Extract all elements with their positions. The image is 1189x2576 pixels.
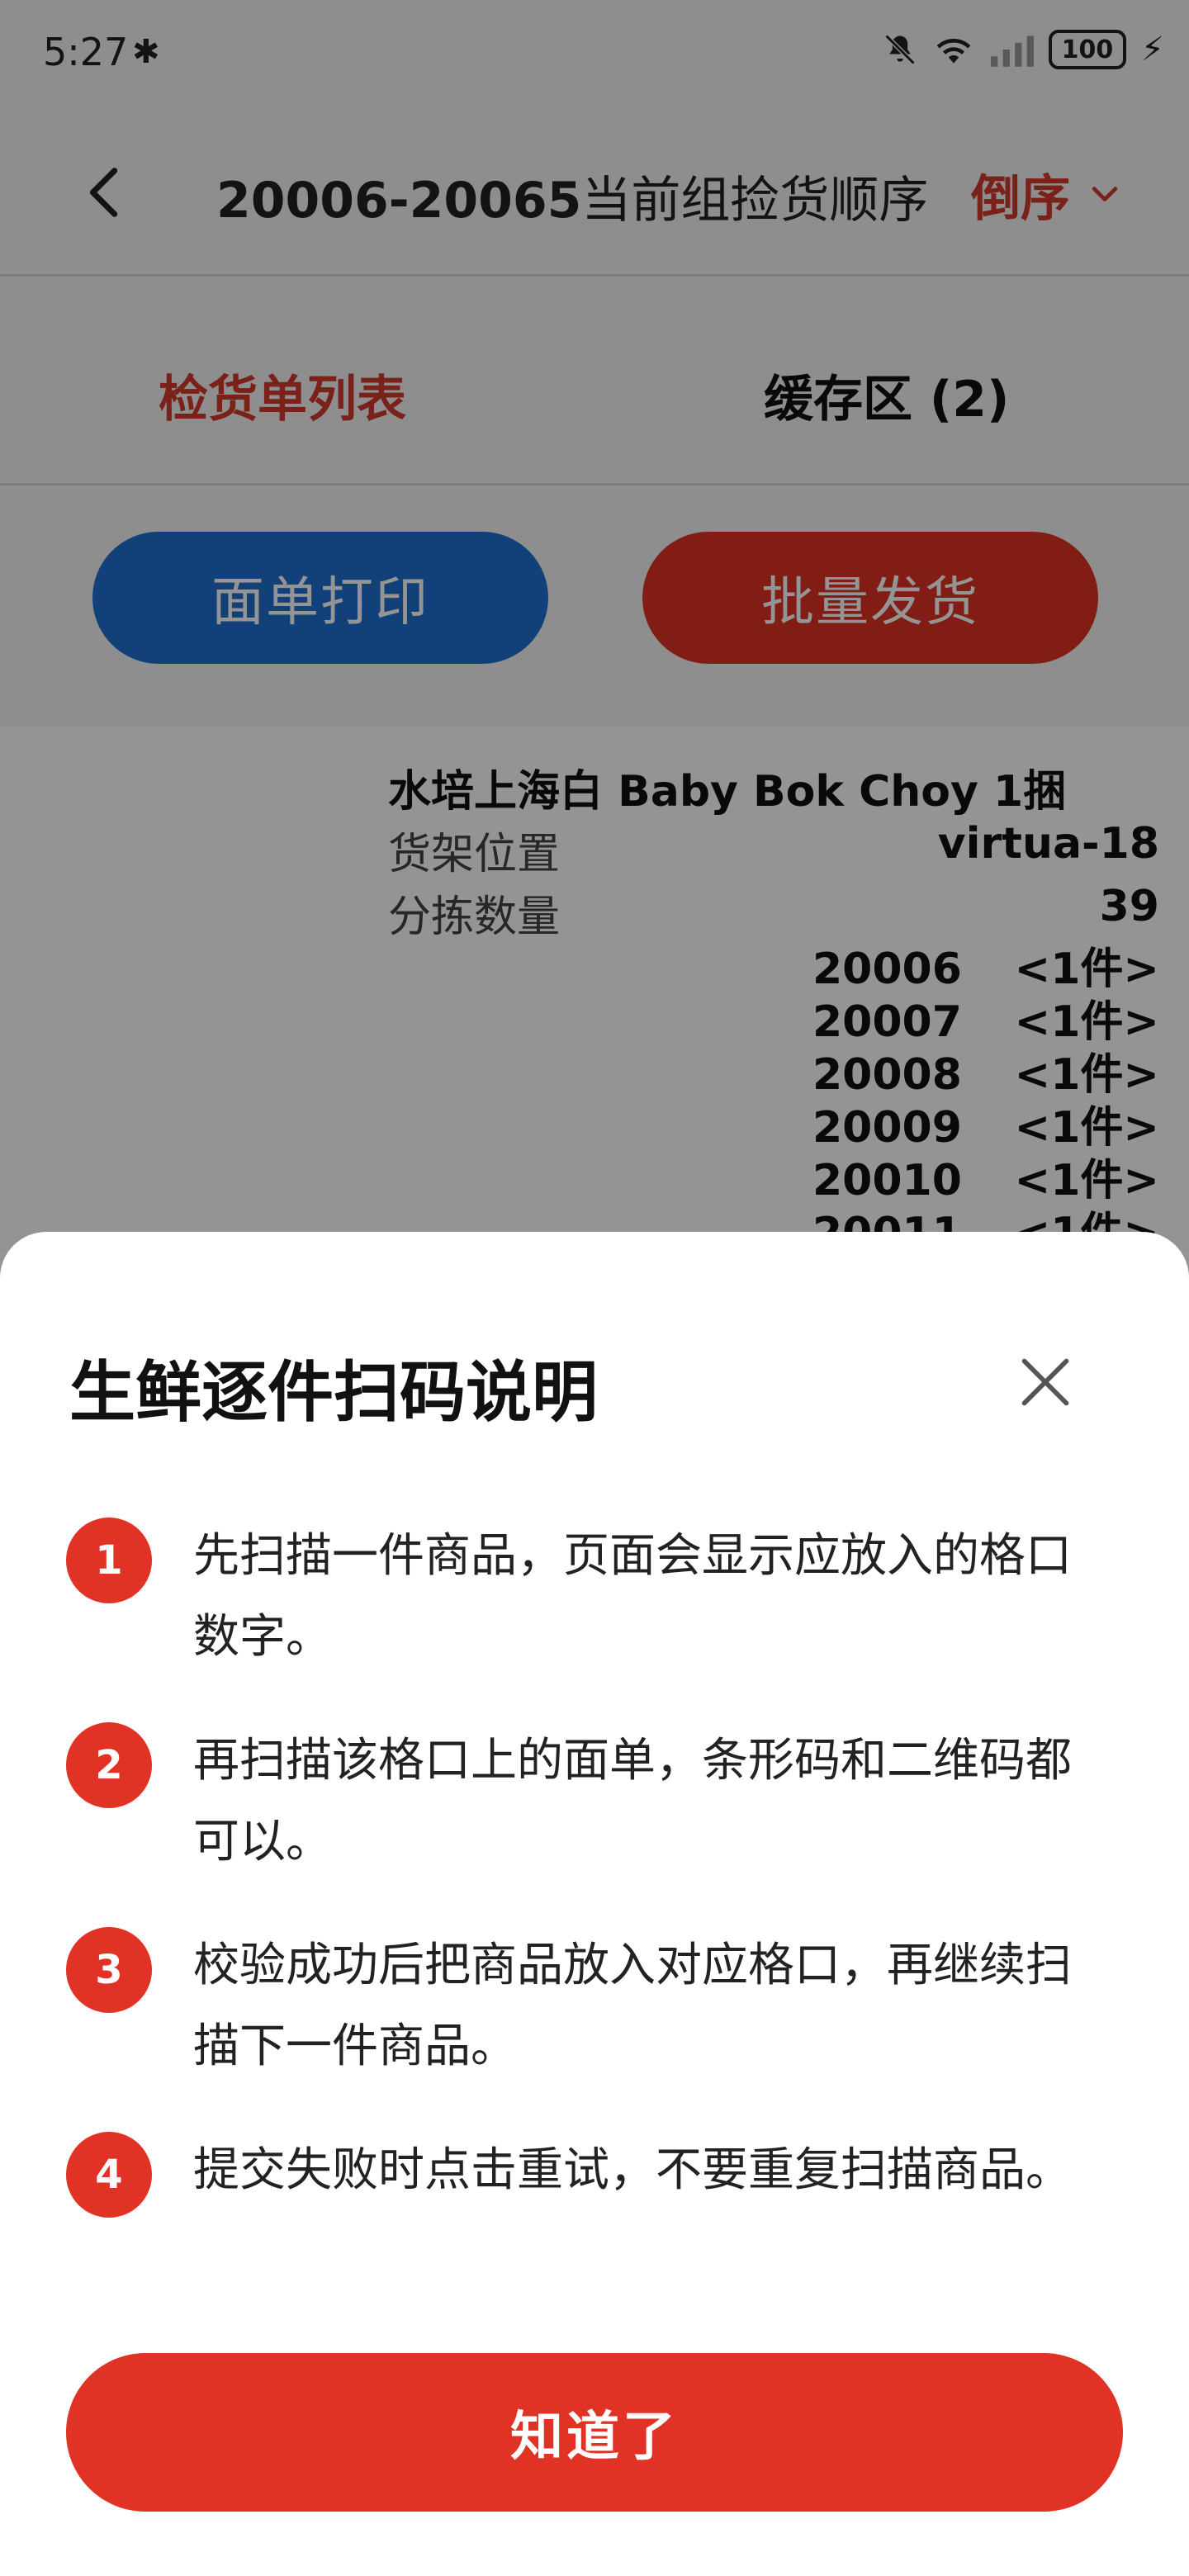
- instruction-step: 1 先扫描一件商品，页面会显示应放入的格口数字。: [66, 1518, 1123, 1678]
- close-icon[interactable]: [1017, 1354, 1073, 1410]
- step-text: 再扫描该格口上的面单，条形码和二维码都可以。: [193, 1734, 1072, 1868]
- got-it-button[interactable]: 知道了: [66, 2353, 1123, 2512]
- step-number-badge: 3: [66, 1927, 152, 2013]
- step-text: 提交失败时点击重试，不要重复扫描商品。: [193, 2143, 1072, 2197]
- instruction-step: 4 提交失败时点击重试，不要重复扫描商品。: [66, 2132, 1123, 2218]
- instruction-step: 3 校验成功后把商品放入对应格口，再继续扫描下一件商品。: [66, 1927, 1123, 2087]
- instruction-step: 2 再扫描该格口上的面单，条形码和二维码都可以。: [66, 1722, 1123, 1882]
- scan-instructions-sheet: 生鲜逐件扫码说明 1 先扫描一件商品，页面会显示应放入的格口数字。 2 再扫描该…: [0, 1232, 1189, 2576]
- step-number-badge: 4: [66, 2132, 152, 2218]
- sheet-title: 生鲜逐件扫码说明: [69, 1354, 598, 1431]
- step-text: 校验成功后把商品放入对应格口，再继续扫描下一件商品。: [193, 1939, 1072, 2073]
- step-number-badge: 1: [66, 1518, 152, 1603]
- step-number-badge: 2: [66, 1722, 152, 1808]
- step-text: 先扫描一件商品，页面会显示应放入的格口数字。: [193, 1529, 1072, 1664]
